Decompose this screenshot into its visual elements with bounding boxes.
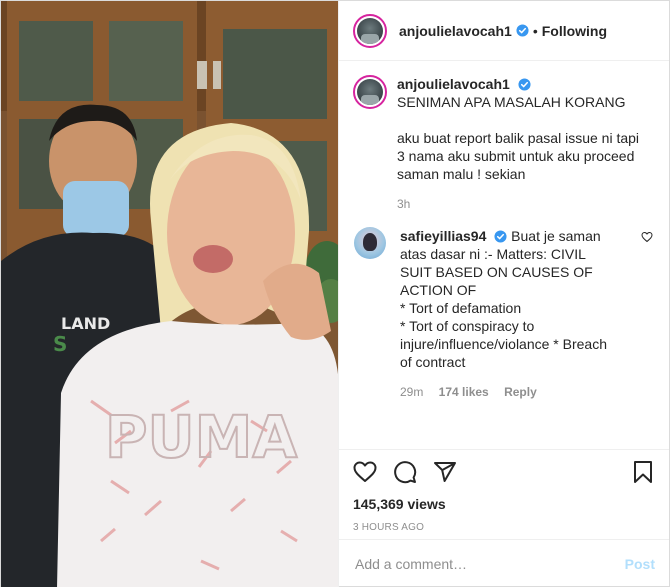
caption-text-line: saman malu ! sekian: [396, 166, 526, 182]
caption-username[interactable]: anjoulielavocah1: [397, 76, 510, 92]
comment-text-line: ACTION OF: [399, 282, 477, 298]
post-modal: LAND S PUMA anjoulielavocah1 • Following…: [0, 0, 670, 587]
following-button[interactable]: Following: [542, 23, 607, 39]
share-icon[interactable]: [433, 460, 457, 484]
comment-text-line: * Tort of defamation: [399, 300, 522, 316]
post-header: anjoulielavocah1 • Following: [338, 1, 669, 61]
caption-text-line: aku buat report balik pasal issue ni tap…: [396, 130, 640, 146]
bookmark-icon[interactable]: [631, 460, 655, 484]
author-avatar[interactable]: [352, 13, 387, 48]
comment-text-line: injure/influence/violance * Breach: [399, 336, 607, 352]
comment-text-line: SUIT BASED ON CAUSES OF: [399, 264, 593, 280]
commenter-username[interactable]: safieyillias94: [400, 228, 486, 244]
post-timestamp[interactable]: 3 HOURS AGO: [353, 522, 655, 533]
comment-text-line: of contract: [399, 354, 466, 370]
like-comment-heart-icon[interactable]: [641, 231, 653, 243]
comment-likes[interactable]: 174 likes: [439, 385, 489, 399]
comment-text-line: Buat je saman: [511, 228, 601, 244]
video-frame-image: LAND S PUMA: [1, 1, 338, 587]
heart-icon[interactable]: [353, 460, 377, 484]
post-side-panel: anjoulielavocah1 • Following anjoulielav…: [337, 1, 669, 587]
author-username[interactable]: anjoulielavocah1: [399, 23, 512, 39]
comment-list[interactable]: anjoulielavocah1 SENIMAN APA MASALAH KOR…: [339, 61, 669, 401]
header-separator: •: [532, 22, 538, 39]
verified-badge-icon: [494, 230, 507, 243]
commenter-avatar[interactable]: [353, 227, 386, 259]
caption-text-line: SENIMAN APA MASALAH KORANG: [396, 94, 626, 110]
verified-badge-icon: [516, 24, 529, 37]
comment-text-line: * Tort of conspiracy to: [399, 318, 535, 334]
post-video[interactable]: LAND S PUMA: [1, 1, 338, 587]
svg-text:LAND: LAND: [61, 314, 110, 333]
comment-meta: 29m 174 likes Reply: [400, 383, 633, 401]
caption-text-line: 3 nama aku submit untuk aku proceed: [396, 148, 635, 164]
view-count[interactable]: 145,369 views: [353, 496, 655, 512]
verified-badge-icon: [518, 78, 531, 91]
svg-text:PUMA: PUMA: [105, 403, 297, 471]
post-actions: 145,369 views 3 HOURS AGO: [338, 449, 669, 533]
comment-composer: Post: [338, 539, 669, 587]
caption-text-line: [397, 111, 653, 129]
comment-text-line: atas dasar ni :- Matters: CIVIL: [399, 246, 586, 262]
caption-age[interactable]: 3h: [397, 197, 410, 211]
comment-input[interactable]: [354, 556, 625, 572]
svg-text:S: S: [53, 332, 67, 356]
post-comment-button[interactable]: Post: [625, 556, 655, 572]
comment-item: safieyillias94 Buat je saman atas dasar …: [353, 227, 653, 401]
comment-icon[interactable]: [393, 460, 417, 484]
reply-button[interactable]: Reply: [504, 385, 537, 399]
caption-author-avatar[interactable]: [352, 75, 387, 109]
caption-meta: 3h: [397, 195, 653, 213]
comment-age[interactable]: 29m: [400, 385, 423, 399]
caption: anjoulielavocah1 SENIMAN APA MASALAH KOR…: [352, 75, 653, 213]
